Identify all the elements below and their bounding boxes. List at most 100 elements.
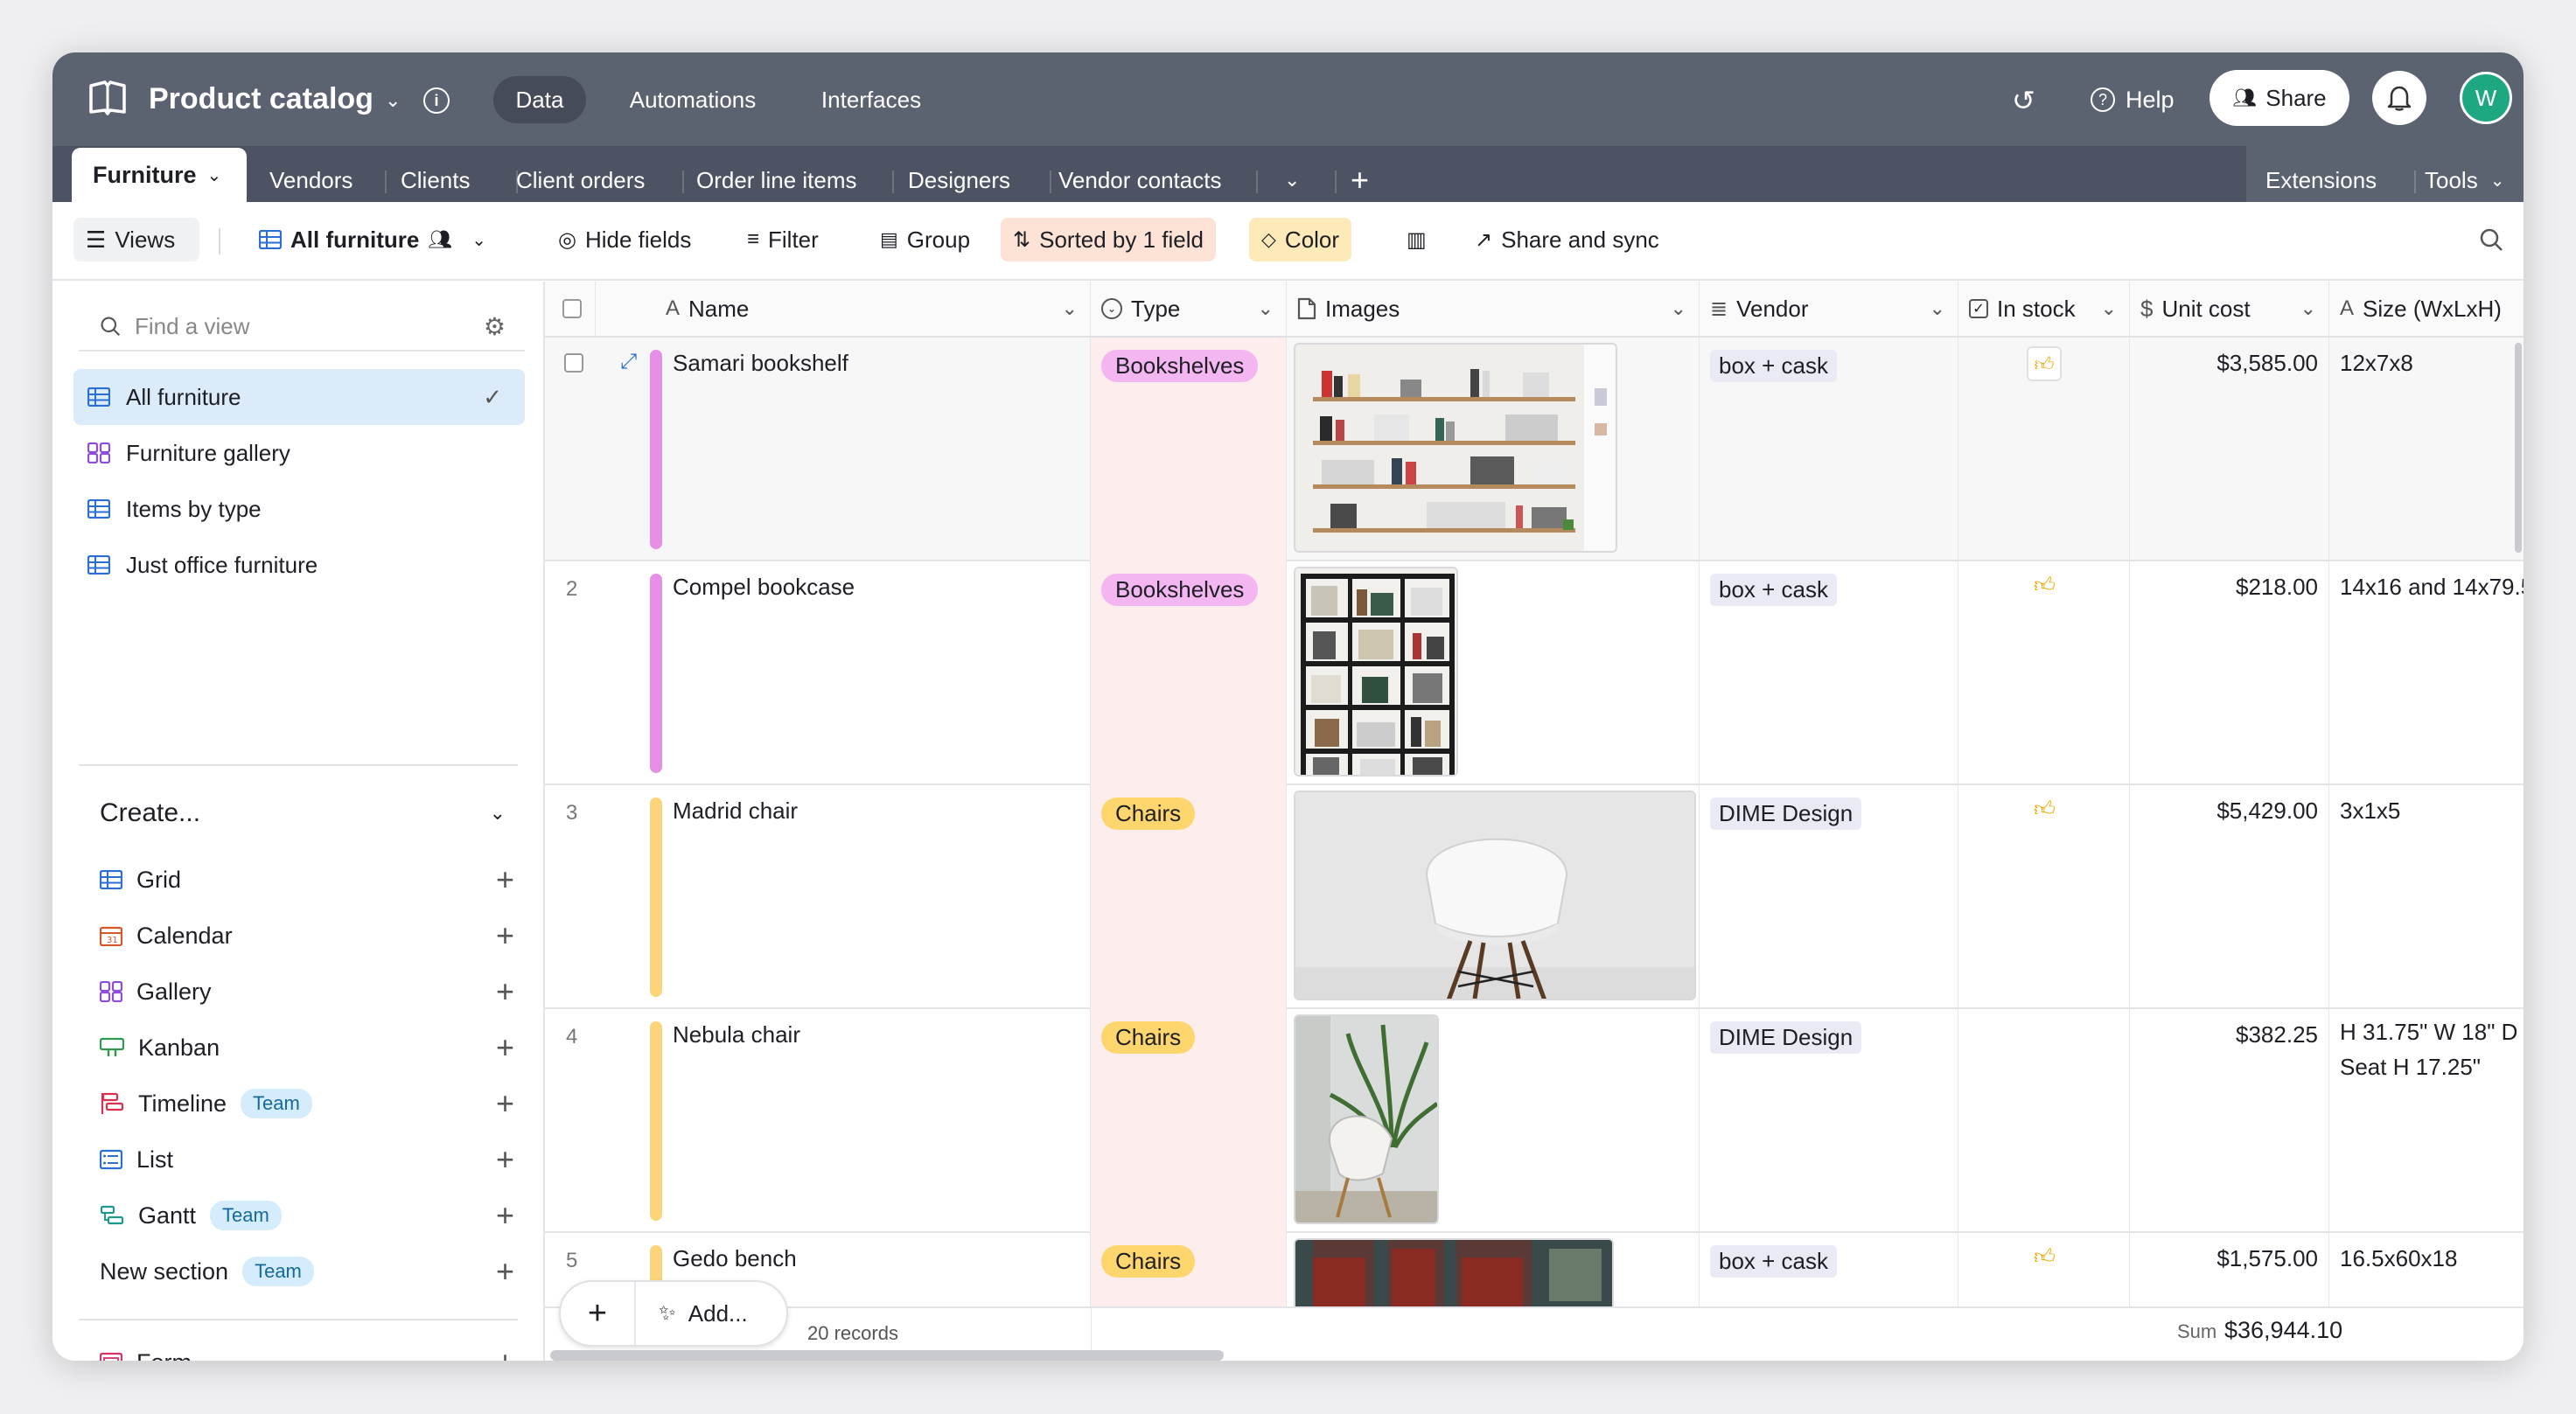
row-checkbox[interactable] bbox=[564, 353, 583, 373]
create-new-section[interactable]: New section Team + bbox=[100, 1247, 534, 1296]
plus-icon[interactable]: + bbox=[496, 1253, 514, 1290]
cell-name[interactable]: Samari bookshelf bbox=[662, 338, 1091, 561]
thumbs-up-icon[interactable]: 👍︎ bbox=[2027, 346, 2062, 381]
base-name[interactable]: Product catalog bbox=[149, 77, 373, 121]
info-icon[interactable]: i bbox=[423, 87, 450, 114]
cell-size[interactable]: 3x1x5 bbox=[2329, 785, 2524, 1009]
sum-label[interactable]: Sum bbox=[2177, 1320, 2216, 1343]
cell-vendor[interactable]: box + cask bbox=[1700, 338, 1958, 561]
cell-in-stock[interactable]: 👍︎ bbox=[1958, 561, 2130, 785]
cell-images[interactable] bbox=[1287, 785, 1700, 1009]
cell-in-stock[interactable]: 👍︎ bbox=[1958, 338, 2130, 561]
column-header-size[interactable]: A Size (WxLxH) bbox=[2329, 282, 2524, 338]
chevron-down-icon[interactable]: ⌄ bbox=[1671, 297, 1686, 320]
table-tab-vendor-contacts[interactable]: Vendor contacts bbox=[1058, 159, 1221, 201]
sum-value[interactable]: $36,944.10 bbox=[2224, 1317, 2342, 1344]
column-header-in-stock[interactable]: ✓ In stock ⌄ bbox=[1958, 282, 2130, 338]
cell-vendor[interactable]: DIME Design bbox=[1700, 1009, 1958, 1233]
create-timeline[interactable]: Timeline Team + bbox=[100, 1079, 534, 1128]
cell-name[interactable]: Nebula chair bbox=[662, 1009, 1091, 1233]
plus-icon[interactable]: + bbox=[496, 917, 514, 954]
sidebar-view-just-office-furniture[interactable]: Just office furniture bbox=[73, 537, 525, 593]
cell-in-stock[interactable]: 👍︎ bbox=[1958, 785, 2130, 1009]
group-button[interactable]: ▤ Group bbox=[868, 218, 982, 261]
chevron-down-icon[interactable]: ⌄ bbox=[385, 79, 401, 122]
base-icon[interactable] bbox=[87, 79, 128, 119]
chevron-down-icon[interactable]: ⌄ bbox=[1930, 297, 1945, 320]
notifications-bell-icon[interactable] bbox=[2372, 71, 2426, 125]
column-header-vendor[interactable]: ≣ Vendor ⌄ bbox=[1700, 282, 1958, 338]
table-tab-clients[interactable]: Clients bbox=[401, 159, 470, 201]
column-header-images[interactable]: Images ⌄ bbox=[1287, 282, 1700, 338]
gear-icon[interactable]: ⚙ bbox=[484, 312, 506, 341]
cell-size[interactable]: 12x7x8 bbox=[2329, 338, 2524, 561]
vendor-link[interactable]: box + cask bbox=[1710, 574, 1838, 606]
bookcase-image[interactable] bbox=[1294, 567, 1458, 777]
table-tab-vendors[interactable]: Vendors bbox=[269, 159, 353, 201]
search-icon[interactable] bbox=[2467, 218, 2516, 261]
sidebar-view-furniture-gallery[interactable]: Furniture gallery bbox=[73, 425, 525, 481]
expand-row-icon[interactable]: ⤢ bbox=[620, 350, 637, 374]
cell-vendor[interactable]: box + cask bbox=[1700, 561, 1958, 785]
sort-button[interactable]: ⇅ Sorted by 1 field bbox=[1001, 218, 1216, 261]
create-gallery[interactable]: Gallery + bbox=[100, 967, 534, 1016]
tools-button[interactable]: Tools ⌄ bbox=[2425, 159, 2504, 201]
plus-icon[interactable]: + bbox=[496, 861, 514, 898]
cell-type[interactable]: Chairs bbox=[1091, 1009, 1287, 1233]
row-height-icon[interactable]: ▥ bbox=[1394, 218, 1439, 261]
cell-name[interactable]: Compel bookcase bbox=[662, 561, 1091, 785]
chevron-down-icon[interactable]: ⌄ bbox=[2300, 297, 2316, 320]
thumbs-up-icon[interactable]: 👍︎ bbox=[2034, 798, 2056, 822]
share-sync-button[interactable]: ↗ Share and sync bbox=[1463, 218, 1672, 261]
table-tab-order-line-items[interactable]: Order line items bbox=[696, 159, 857, 201]
table-row[interactable]: ⤢ Samari bookshelf Bookshelves box + cas… bbox=[545, 338, 2524, 561]
plus-icon[interactable]: + bbox=[496, 1197, 514, 1234]
table-row[interactable]: 4 Nebula chair Chairs DIME Design $382.2… bbox=[545, 1009, 2524, 1233]
create-section-header[interactable]: Create... ⌄ bbox=[100, 789, 520, 838]
sidebar-view-items-by-type[interactable]: Items by type bbox=[73, 481, 525, 537]
cell-type[interactable]: Chairs bbox=[1091, 785, 1287, 1009]
create-gantt[interactable]: Gantt Team + bbox=[100, 1191, 534, 1240]
sidebar-view-all-furniture[interactable]: All furniture ✓ bbox=[73, 369, 525, 425]
help-icon[interactable]: ? bbox=[2091, 87, 2115, 112]
plus-icon[interactable]: + bbox=[496, 1029, 514, 1066]
cell-images[interactable] bbox=[1287, 561, 1700, 785]
table-tab-furniture[interactable]: Furniture ⌄ bbox=[72, 148, 247, 202]
vendor-link[interactable]: DIME Design bbox=[1710, 1021, 1862, 1054]
extensions-button[interactable]: Extensions bbox=[2265, 159, 2377, 201]
create-list[interactable]: List + bbox=[100, 1135, 534, 1184]
select-all-checkbox[interactable] bbox=[562, 299, 582, 318]
add-with-ai-button[interactable]: ✨︎ Add... bbox=[636, 1300, 748, 1327]
share-button[interactable]: 👥︎ Share bbox=[2209, 70, 2349, 126]
cell-name[interactable]: Madrid chair bbox=[662, 785, 1091, 1009]
cell-type[interactable]: Bookshelves bbox=[1091, 338, 1287, 561]
thumbs-up-icon[interactable]: 👍︎ bbox=[2034, 574, 2056, 598]
cell-unit-cost[interactable]: $382.25 bbox=[2130, 1009, 2329, 1233]
vendor-link[interactable]: box + cask bbox=[1710, 350, 1838, 382]
cell-in-stock[interactable] bbox=[1958, 1009, 2130, 1233]
thumbs-up-icon[interactable]: 👍︎ bbox=[2034, 1245, 2056, 1270]
table-tab-client-orders[interactable]: Client orders bbox=[516, 159, 645, 201]
plus-icon[interactable]: + bbox=[496, 1141, 514, 1178]
plus-icon[interactable]: + bbox=[496, 973, 514, 1010]
chair-image[interactable] bbox=[1294, 791, 1696, 1000]
cell-size[interactable]: 14x16 and 14x79.5 bbox=[2329, 561, 2524, 785]
table-row[interactable]: 3 Madrid chair Chairs DIME Design 👍︎ $5,… bbox=[545, 785, 2524, 1009]
plus-icon[interactable]: + bbox=[496, 1085, 514, 1122]
bookshelf-image[interactable] bbox=[1294, 343, 1617, 553]
table-row[interactable]: 2 Compel bookcase Bookshelves box + cask… bbox=[545, 561, 2524, 785]
column-header-type[interactable]: ⌄ Type ⌄ bbox=[1091, 282, 1287, 338]
more-tables-chevron-icon[interactable]: ⌄ bbox=[1284, 159, 1300, 201]
plus-icon[interactable]: + bbox=[496, 1344, 514, 1361]
cell-unit-cost[interactable]: $218.00 bbox=[2130, 561, 2329, 785]
filter-button[interactable]: ≡ Filter bbox=[735, 218, 831, 261]
hide-fields-button[interactable]: ◎ Hide fields bbox=[546, 218, 703, 261]
cell-images[interactable] bbox=[1287, 1009, 1700, 1233]
table-tab-designers[interactable]: Designers bbox=[908, 159, 1010, 201]
create-calendar[interactable]: 31 Calendar + bbox=[100, 911, 534, 960]
tab-data[interactable]: Data bbox=[493, 76, 586, 123]
chevron-down-icon[interactable]: ⌄ bbox=[1258, 297, 1274, 320]
add-record-plus-icon[interactable]: + bbox=[561, 1282, 636, 1345]
search-input[interactable]: Find a view bbox=[135, 313, 250, 340]
column-header-name[interactable]: A Name ⌄ bbox=[596, 282, 1091, 338]
